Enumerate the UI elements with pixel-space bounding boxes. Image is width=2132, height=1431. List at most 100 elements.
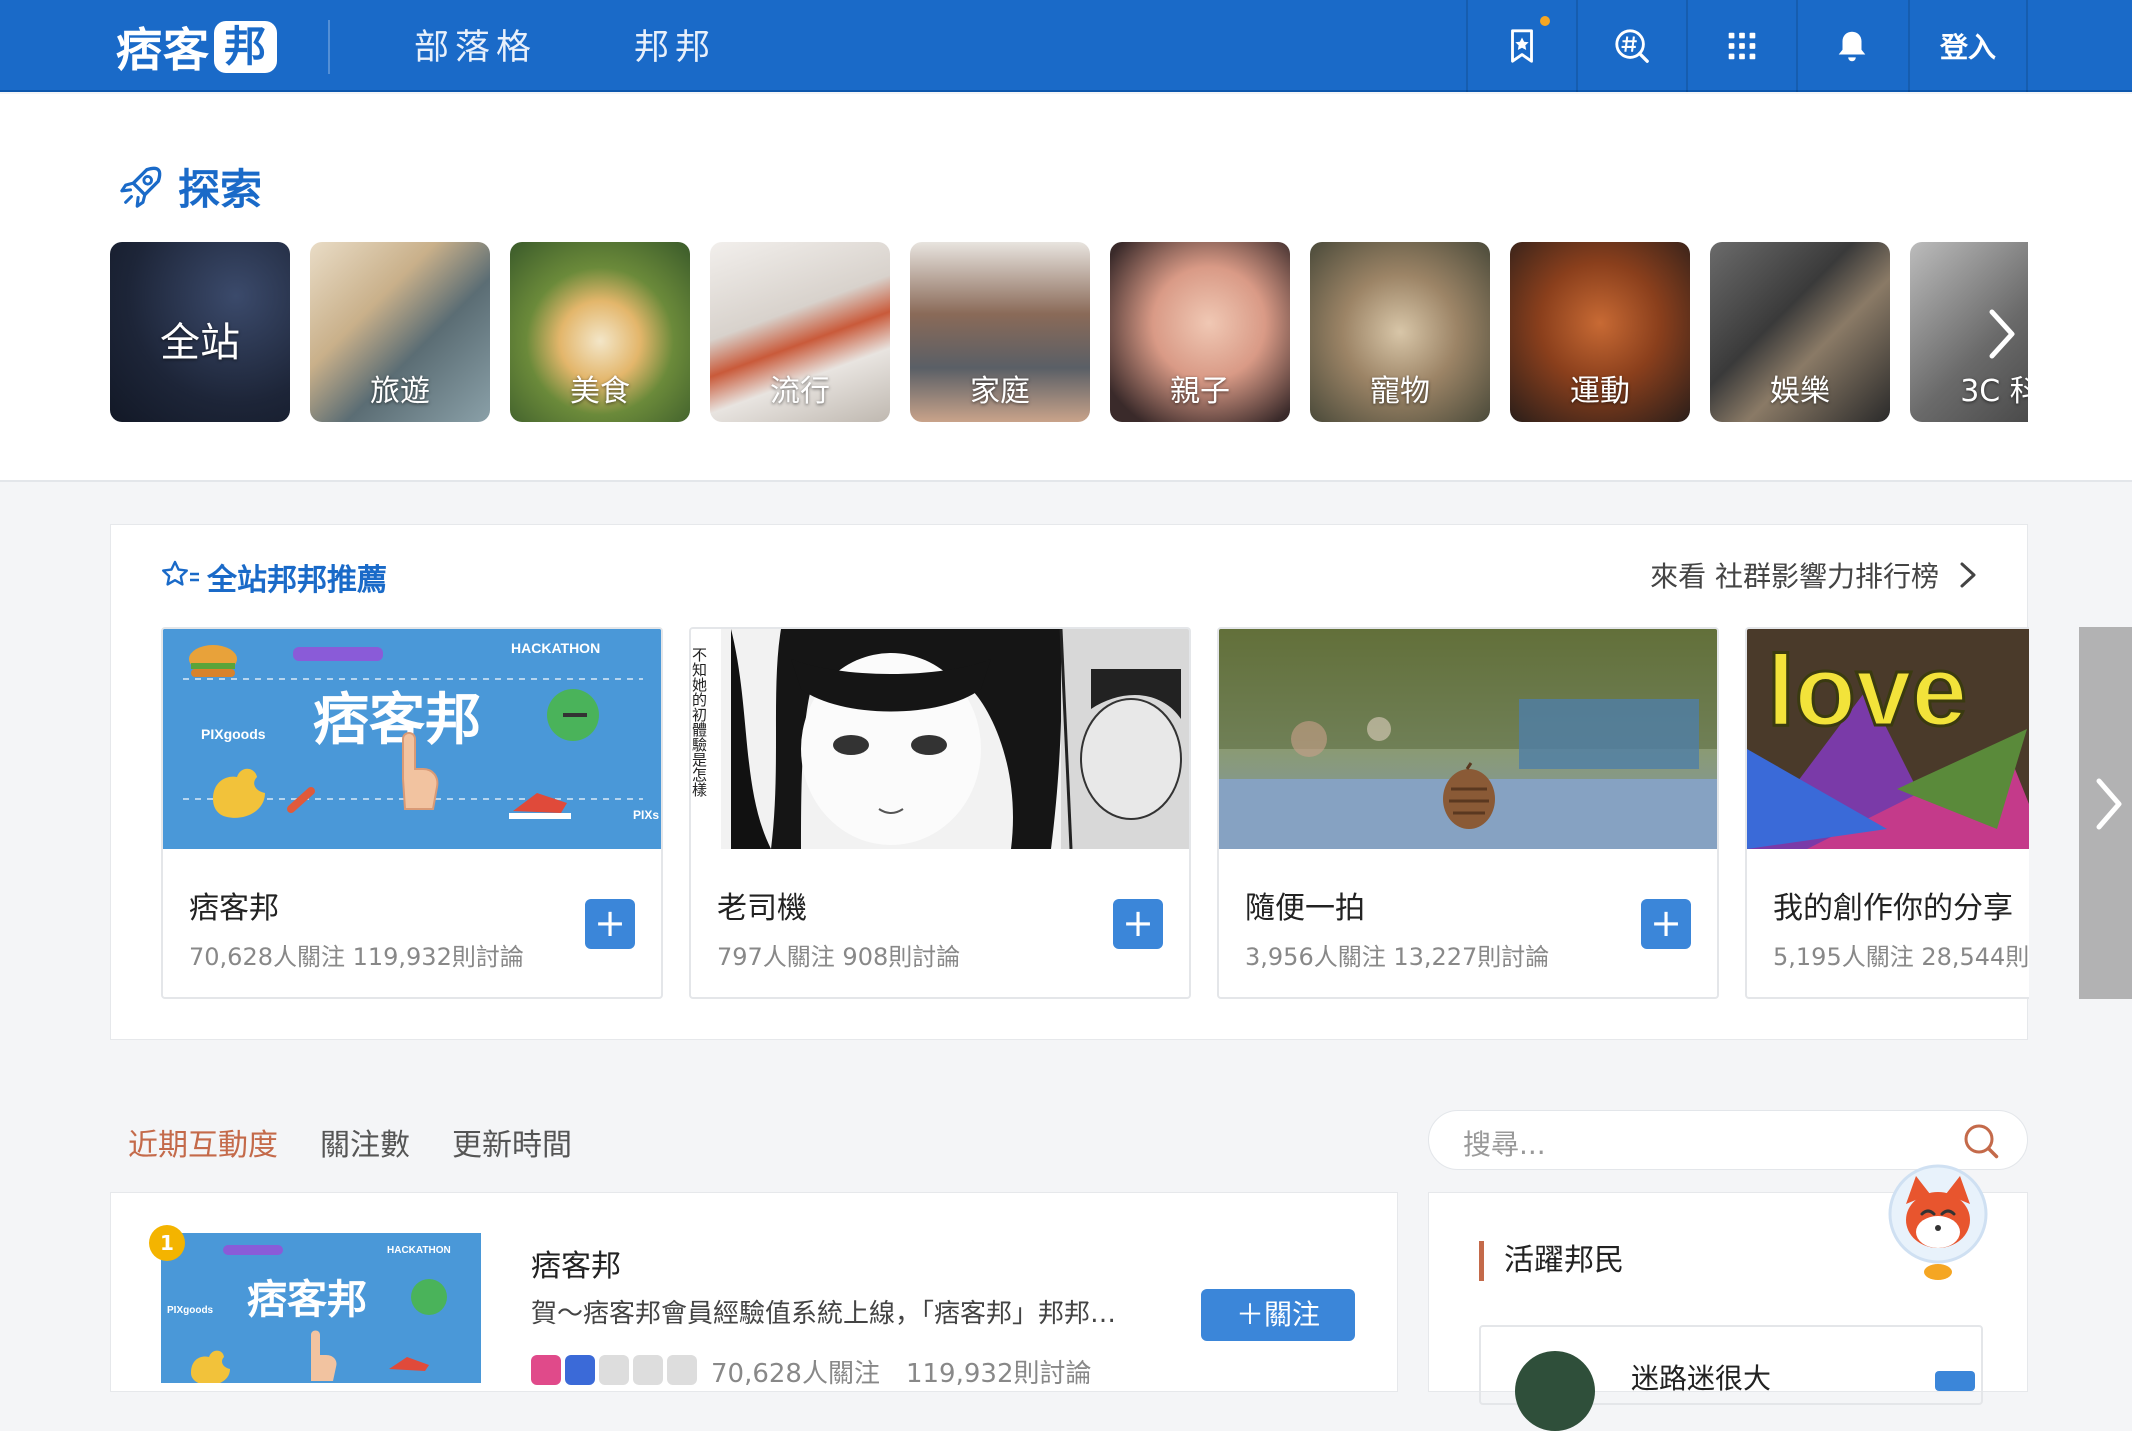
- group-stats: 70,628人關注 119,932則討論: [711, 1359, 1092, 1389]
- category-parenting[interactable]: 親子: [1110, 242, 1290, 422]
- love-artwork: love: [1747, 629, 2029, 849]
- tab-updated-time[interactable]: 更新時間: [452, 1120, 572, 1164]
- sort-tabs: 近期互動度 關注數 更新時間: [128, 1120, 572, 1164]
- category-label: 旅遊: [370, 374, 430, 409]
- category-family[interactable]: 家庭: [910, 242, 1090, 422]
- group-thumbnail[interactable]: HACKATHON PIXgoods 痞客邦: [161, 1233, 481, 1383]
- rocket-icon: [120, 166, 162, 208]
- explore-title: 探索: [178, 165, 263, 214]
- category-all[interactable]: 全站: [110, 242, 290, 422]
- search-icon[interactable]: [1961, 1121, 2001, 1161]
- group-name[interactable]: 痞客邦: [531, 1241, 621, 1285]
- pixnet-hackathon-thumbnail: HACKATHON PIXgoods 痞客邦: [161, 1233, 481, 1383]
- avatar: [667, 1355, 697, 1385]
- pixnet-hackathon-illustration: HACKATHON PIXgoods PIXs 痞客邦: [163, 629, 661, 849]
- group-name: 我的創作你的分享: [1773, 891, 2013, 926]
- pixnet-logo-text: 痞客邦: [247, 1277, 367, 1323]
- recommend-heading: 全站邦邦推薦: [161, 555, 387, 599]
- influence-ranking-link[interactable]: 來看 社群影響力排行榜: [1650, 555, 1979, 595]
- recommend-carousel: HACKATHON PIXgoods PIXs 痞客邦 痞客邦 70,628人關…: [161, 627, 2029, 999]
- apps-grid-icon: [1728, 32, 1756, 60]
- category-sports[interactable]: 運動: [1510, 242, 1690, 422]
- group-name: 隨便一拍: [1245, 891, 1365, 926]
- pixgoods-label: PIXgoods: [201, 726, 266, 742]
- group-cover-image: love: [1747, 629, 2029, 849]
- recommend-panel: 全站邦邦推薦 來看 社群影響力排行榜 HACKATHON PIXgoods PI…: [110, 524, 2132, 1040]
- notice-dot: [1540, 16, 1550, 26]
- category-pets[interactable]: 寵物: [1310, 242, 1490, 422]
- nav-divider: [328, 20, 330, 74]
- chevron-right-icon[interactable]: [1980, 306, 2024, 362]
- star-list-icon: [162, 560, 199, 586]
- nav-link-bangbang[interactable]: 邦邦: [634, 24, 716, 72]
- group-card[interactable]: 不知她的初體驗是怎樣 老司機 797人關注 908則討論 +: [689, 627, 1191, 999]
- category-label: 家庭: [970, 374, 1030, 409]
- category-label: 流行: [770, 374, 830, 409]
- notification-button[interactable]: [1796, 0, 1906, 92]
- category-label: 3C 科: [1960, 374, 2028, 409]
- logo-text: 痞客: [116, 23, 210, 77]
- explore-heading: 探索: [118, 156, 262, 217]
- bookmark-button[interactable]: [1466, 0, 1576, 92]
- member-card[interactable]: 迷路迷很大: [1479, 1325, 1983, 1431]
- group-search-box[interactable]: 搜尋...: [1428, 1110, 2028, 1170]
- active-members-title: 活躍邦民: [1479, 1241, 1624, 1281]
- member-avatars: [531, 1355, 701, 1385]
- avatar: [565, 1355, 595, 1385]
- follow-member-button[interactable]: [1935, 1371, 1975, 1391]
- manga-illustration: 不知她的初體驗是怎樣: [691, 629, 1189, 849]
- group-list: 1 HACKATHON PIXgoods 痞客邦 痞客邦 賀～痞客邦會員經驗值系…: [110, 1192, 1398, 1392]
- avatar: [531, 1355, 561, 1385]
- bookmark-icon: [1511, 29, 1533, 63]
- category-label: 美食: [570, 374, 630, 409]
- category-entertainment[interactable]: 娛樂: [1710, 242, 1890, 422]
- follow-button[interactable]: ＋關注: [1201, 1289, 1355, 1341]
- pixs-label: PIXs: [633, 808, 659, 822]
- category-food[interactable]: 美食: [510, 242, 690, 422]
- avatar: [599, 1355, 629, 1385]
- manga-caption: 不知她的初體驗是怎樣: [691, 647, 708, 797]
- ranking-link-label: 來看 社群影響力排行榜: [1650, 560, 1939, 593]
- login-button[interactable]: 登入: [1908, 0, 2028, 92]
- group-cover-image: [1219, 629, 1717, 849]
- avatar: [1515, 1351, 1595, 1431]
- category-strip: 全站 旅遊 美食 流行 家庭 親子 寵物 運動 娛樂 3C 科: [110, 242, 2028, 422]
- tab-recent-interaction[interactable]: 近期互動度: [128, 1120, 278, 1164]
- group-cover-image: HACKATHON PIXgoods PIXs 痞客邦: [163, 629, 661, 849]
- love-text: love: [1767, 635, 1967, 747]
- group-stats: 3,956人關注 13,227則討論: [1245, 943, 1550, 971]
- avatar: [633, 1355, 663, 1385]
- rank-badge: 1: [149, 1225, 185, 1261]
- site-logo[interactable]: 痞客邦: [116, 18, 278, 77]
- explore-section: 探索 全站 旅遊 美食 流行 家庭 親子 寵物 運動 娛樂 3C 科: [0, 94, 2132, 482]
- hackathon-label: HACKATHON: [511, 640, 600, 656]
- tab-followers[interactable]: 關注數: [320, 1120, 410, 1164]
- category-fashion[interactable]: 流行: [710, 242, 890, 422]
- nav-link-blog[interactable]: 部落格: [414, 24, 537, 72]
- group-card[interactable]: HACKATHON PIXgoods PIXs 痞客邦 痞客邦 70,628人關…: [161, 627, 663, 999]
- group-card[interactable]: love 我的創作你的分享 5,195人關注 28,544則: [1745, 627, 2029, 999]
- group-latest-post[interactable]: 賀～痞客邦會員經驗值系統上線，「痞客邦」邦邦…: [531, 1293, 1171, 1330]
- follow-group-button[interactable]: +: [1641, 899, 1691, 949]
- category-label: 寵物: [1370, 374, 1430, 409]
- category-label: 娛樂: [1770, 374, 1830, 409]
- logo-bubble: 邦: [214, 21, 278, 73]
- follow-group-button[interactable]: +: [1113, 899, 1163, 949]
- carousel-next-button[interactable]: [2079, 627, 2132, 999]
- category-label: 全站: [160, 320, 240, 366]
- group-card[interactable]: 隨便一拍 3,956人關注 13,227則討論 +: [1217, 627, 1719, 999]
- category-travel[interactable]: 旅遊: [310, 242, 490, 422]
- follow-group-button[interactable]: +: [585, 899, 635, 949]
- group-name: 老司機: [717, 891, 807, 926]
- mascot-helper-icon[interactable]: [1886, 1164, 1990, 1282]
- chevron-right-icon: [2096, 778, 2122, 830]
- hashtag-search-icon: [1615, 29, 1649, 63]
- pinecone-photo: [1219, 629, 1717, 849]
- pixnet-logo-text: 痞客邦: [313, 688, 481, 753]
- recommend-title: 全站邦邦推薦: [207, 563, 387, 598]
- search-placeholder: 搜尋...: [1463, 1128, 1546, 1161]
- apps-grid-button[interactable]: [1686, 0, 1796, 92]
- hashtag-search-button[interactable]: [1576, 0, 1686, 92]
- chevron-right-icon: [1960, 562, 1976, 588]
- pixgoods-label: PIXgoods: [167, 1305, 214, 1316]
